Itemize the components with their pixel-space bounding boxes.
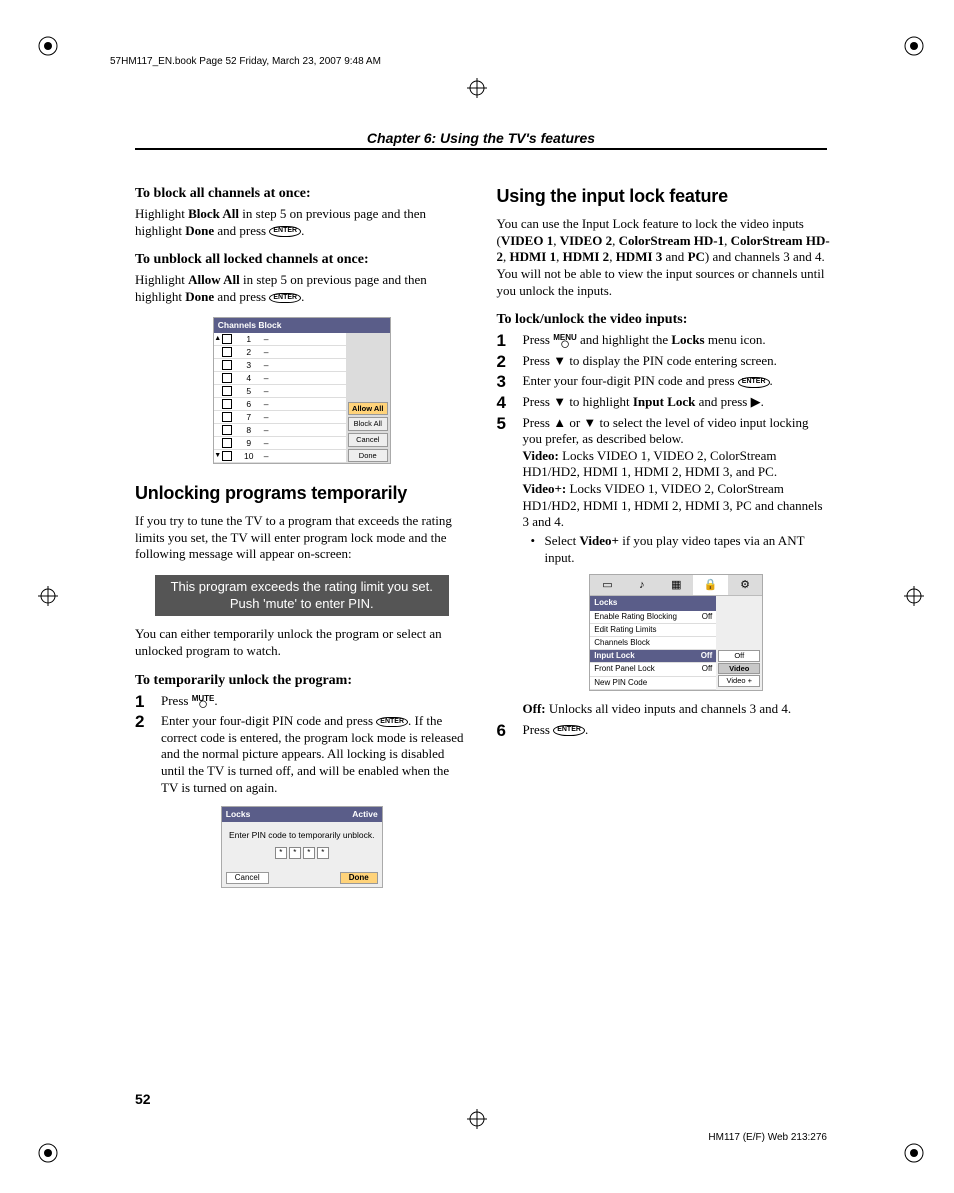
locks-pin-state: Active (352, 809, 378, 820)
crosshair-icon (467, 78, 487, 98)
done-button[interactable]: Done (348, 449, 388, 463)
menu-item-edit-limits[interactable]: Edit Rating Limits (590, 624, 716, 637)
block-all-button[interactable]: Block All (348, 417, 388, 431)
pin-done-button[interactable]: Done (340, 872, 378, 884)
allow-all-button[interactable]: Allow All (348, 402, 388, 416)
pin-cancel-button[interactable]: Cancel (226, 872, 269, 884)
crosshair-icon (38, 586, 58, 606)
enter-icon: ENTER (738, 377, 770, 387)
step-2: Enter your four-digit PIN code and press… (135, 713, 469, 796)
locks-menu-figure: ▭ ♪ ▦ 🔒 ⚙ Locks Enable Rating BlockingOf… (589, 574, 763, 691)
step-4: Press ▼ to highlight Input Lock and pres… (497, 394, 831, 411)
steps-temp-unlock: Press MUTE◯. Enter your four-digit PIN c… (135, 693, 469, 797)
heading-unblock-all: To unblock all locked channels at once: (135, 251, 469, 269)
crosshair-icon (904, 586, 924, 606)
step-6: Press ENTER. (497, 722, 831, 739)
tab-setup-icon[interactable]: ▦ (659, 575, 693, 595)
tab-audio-icon[interactable]: ♪ (625, 575, 659, 595)
pin-entry[interactable]: **** (226, 847, 378, 859)
step-1: Press MENU◯ and highlight the Locks menu… (497, 332, 831, 349)
enter-icon: ENTER (269, 226, 301, 236)
rating-limit-message: This program exceeds the rating limit yo… (155, 575, 449, 616)
right-column: Using the input lock feature You can use… (497, 185, 831, 892)
menu-item-input-lock[interactable]: Input LockOff (590, 650, 716, 663)
steps-lock-inputs: Press MENU◯ and highlight the Locks menu… (497, 332, 831, 738)
para-unblock-all: Highlight Allow All in step 5 on previou… (135, 272, 469, 305)
enter-icon: ENTER (376, 717, 408, 727)
left-column: To block all channels at once: Highlight… (135, 185, 469, 892)
video-plus-bullet: Select Video+ if you play video tapes vi… (531, 533, 831, 566)
menu-tabs: ▭ ♪ ▦ 🔒 ⚙ (590, 575, 762, 596)
registration-mark-icon (904, 36, 924, 56)
registration-mark-icon (38, 1143, 58, 1163)
step-1: Press MUTE◯. (135, 693, 469, 710)
section-heading-unlock: Unlocking programs temporarily (135, 482, 469, 505)
crosshair-icon (467, 1109, 487, 1129)
menu-item-front-panel[interactable]: Front Panel LockOff (590, 663, 716, 676)
menu-item-channels-block[interactable]: Channels Block (590, 637, 716, 650)
locks-pin-title: Locks (226, 809, 251, 820)
page-number: 52 (135, 1091, 151, 1107)
para-input-intro: You can use the Input Lock feature to lo… (497, 216, 831, 299)
content-columns: To block all channels at once: Highlight… (135, 185, 830, 892)
heading-temp-unlock: To temporarily unlock the program: (135, 672, 469, 690)
channels-block-title: Channels Block (214, 318, 390, 333)
step-2: Press ▼ to display the PIN code entering… (497, 353, 831, 370)
para-block-all: Highlight Block All in step 5 on previou… (135, 206, 469, 239)
header-print-line: 57HM117_EN.book Page 52 Friday, March 23… (110, 56, 381, 67)
menu-item-rating-blocking[interactable]: Enable Rating BlockingOff (590, 611, 716, 624)
input-lock-opt-video[interactable]: Video (718, 663, 760, 675)
registration-mark-icon (904, 1143, 924, 1163)
menu-icon: MENU◯ (553, 334, 577, 347)
locks-menu-title: Locks (590, 596, 716, 610)
input-lock-opt-videoplus[interactable]: Video + (718, 675, 760, 687)
tab-settings-icon[interactable]: ⚙ (728, 575, 762, 595)
section-heading-input-lock: Using the input lock feature (497, 185, 831, 208)
chapter-rule (135, 148, 827, 150)
para-unlock-after: You can either temporarily unlock the pr… (135, 626, 469, 659)
locks-pin-figure: Locks Active Enter PIN code to temporari… (221, 806, 383, 888)
registration-mark-icon (38, 36, 58, 56)
step-5: Press ▲ or ▼ to select the level of vide… (497, 415, 831, 718)
para-unlock-intro: If you try to tune the TV to a program t… (135, 513, 469, 563)
enter-icon: ENTER (269, 293, 301, 303)
mute-icon: MUTE◯ (192, 695, 215, 708)
chapter-title: Chapter 6: Using the TV's features (135, 130, 827, 146)
tab-picture-icon[interactable]: ▭ (590, 575, 624, 595)
heading-lock-inputs: To lock/unlock the video inputs: (497, 311, 831, 329)
enter-icon: ENTER (553, 725, 585, 735)
footer-right: HM117 (E/F) Web 213:276 (708, 1132, 827, 1143)
locks-pin-msg: Enter PIN code to temporarily unblock. (226, 830, 378, 841)
tab-locks-icon[interactable]: 🔒 (693, 575, 727, 595)
step-3: Enter your four-digit PIN code and press… (497, 373, 831, 390)
menu-item-new-pin[interactable]: New PIN Code (590, 677, 716, 690)
channels-block-figure: Channels Block ▲1– 2– 3– 4– 5– 6– 7– 8– … (213, 317, 391, 464)
page: 57HM117_EN.book Page 52 Friday, March 23… (0, 0, 954, 1193)
input-lock-opt-off[interactable]: Off (718, 650, 760, 662)
heading-block-all: To block all channels at once: (135, 185, 469, 203)
cancel-button[interactable]: Cancel (348, 433, 388, 447)
off-description: Off: Unlocks all video inputs and channe… (523, 701, 831, 718)
